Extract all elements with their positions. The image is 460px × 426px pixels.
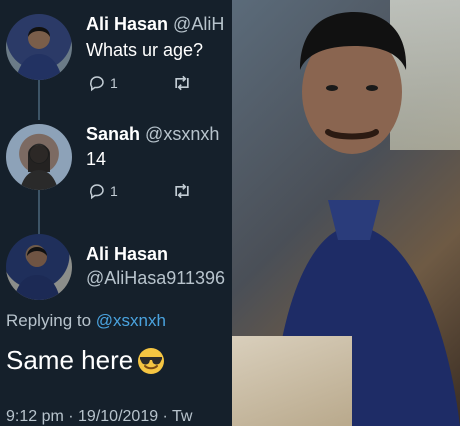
retweet-button[interactable] (172, 74, 192, 92)
reply-icon (90, 184, 104, 200)
tweet-text: 14 (86, 149, 107, 169)
sunglasses-emoji-icon (138, 347, 165, 374)
avatar-photo (14, 247, 60, 300)
display-name[interactable]: Ali Hasan (86, 14, 168, 34)
user-handle[interactable]: @xsxnxh (145, 124, 219, 144)
tweet-actions: 1 (88, 182, 192, 200)
reply-button[interactable]: 1 (88, 182, 118, 200)
reply-count: 1 (110, 183, 118, 199)
tweet-thread: Ali Hasan @AliH Whats ur age? 1 Sanah @x… (0, 0, 232, 426)
mention-link[interactable]: @xsxnxh (96, 311, 166, 330)
display-name[interactable]: Sanah (86, 124, 140, 144)
avatar[interactable] (6, 14, 72, 80)
user-handle[interactable]: @AliHasa911396 (86, 268, 225, 289)
replying-to: Replying to @xsxnxh (6, 311, 166, 331)
photo-table (232, 336, 352, 426)
reply-text-row: Same here (6, 345, 165, 376)
avatar[interactable] (6, 124, 72, 190)
replying-prefix: Replying to (6, 311, 92, 330)
tweet-author[interactable]: Ali Hasan @AliH (86, 14, 224, 35)
tweet-actions: 1 (88, 74, 192, 92)
reply-count: 1 (110, 75, 118, 91)
thread-connector (38, 190, 40, 235)
retweet-icon (175, 183, 189, 199)
user-handle[interactable]: @AliH (173, 14, 224, 34)
retweet-icon (175, 75, 189, 91)
thread-connector (38, 80, 40, 120)
reply-text: Same here (6, 345, 134, 375)
tweet-text: Whats ur age? (86, 40, 204, 60)
retweet-button[interactable] (172, 182, 192, 200)
avatar-photo (20, 145, 58, 190)
profile-photo (232, 0, 460, 426)
reply-icon (90, 76, 104, 92)
avatar[interactable] (6, 234, 72, 300)
meme-screenshot: Ali Hasan @AliH Whats ur age? 1 Sanah @x… (0, 0, 460, 426)
reply-button[interactable]: 1 (88, 74, 118, 92)
display-name[interactable]: Ali Hasan (86, 244, 168, 265)
avatar-photo (16, 27, 62, 80)
tweet-author[interactable]: Sanah @xsxnxh (86, 124, 219, 145)
tweet-timestamp[interactable]: 9:12 pm · 19/10/2019 · Tw (6, 408, 192, 426)
